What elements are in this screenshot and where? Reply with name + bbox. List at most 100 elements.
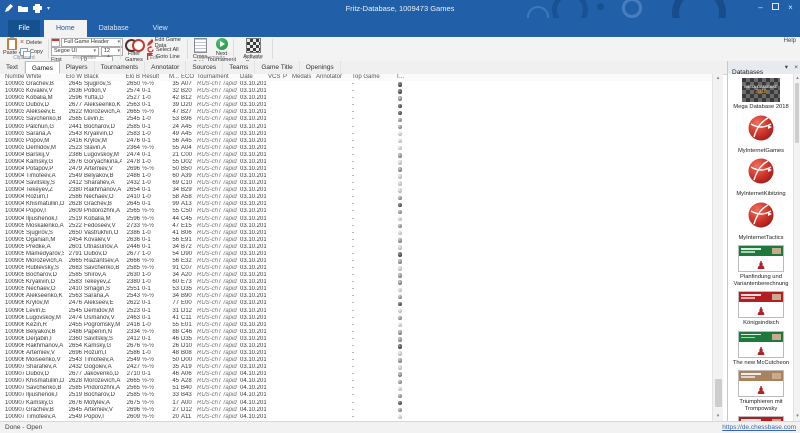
copy-button[interactable]: Copy <box>20 48 43 55</box>
ribbon-tab-home[interactable]: Home <box>44 20 87 37</box>
table-row[interactable]: 1009031Kovalev,V2636Potkin,V25740-132B20… <box>0 88 712 95</box>
table-row[interactable]: 1009032Kobalia,M2596Yuffa,D25271-042B12R… <box>0 95 712 102</box>
table-row[interactable]: 1009067Rakhmanov,A2654Kamsky,G2676½-½26D… <box>0 343 712 350</box>
column-header-p[interactable]: P <box>281 74 290 81</box>
table-row[interactable]: 1009049Iljiushenok,I2519Kobalia,M2596½-½… <box>0 215 712 222</box>
panel-scrollbar-thumb[interactable] <box>795 83 799 143</box>
database-item[interactable]: MyInternetGames <box>728 115 794 155</box>
scroll-down-icon[interactable]: ▾ <box>794 412 800 421</box>
list-tab-games[interactable]: Games <box>25 61 60 74</box>
column-header-eco[interactable]: ECO <box>179 74 195 81</box>
table-row[interactable]: 1009069Moiseenko,V2543Timofeev,A2549½-½5… <box>0 357 712 364</box>
table-row[interactable]: 1009068Artemiev,V2696Rozum,I25861-048B08… <box>0 350 712 357</box>
table-row[interactable]: 1009050Moskalenko,A2522Fedoseev,V2733½-½… <box>0 223 712 230</box>
database-item[interactable]: ♟The new McCutcheon <box>728 331 794 367</box>
list-tab-sources[interactable]: Sources <box>186 61 223 74</box>
table-row[interactable]: 1009077Timofeev,A2549Popov,I2609½-½20A11… <box>0 414 712 421</box>
panel-menu-icon[interactable]: ▾ <box>785 61 788 74</box>
ribbon-tab-database[interactable]: Database <box>87 20 141 37</box>
table-row[interactable]: 1009065Belyakov,B2486Papenin,N2334½-½88C… <box>0 329 712 336</box>
table-row[interactable]: 1009060Alekseenko,K2563Sarana,A2543½-½34… <box>0 293 712 300</box>
table-row[interactable]: 1009059Nechaev,O2410Smagin,S25510-153D35… <box>0 286 712 293</box>
database-item[interactable]: MyInternetKibitzing <box>728 158 794 198</box>
table-row[interactable]: 1009045Tekeyev,Z2380Rakhmanov,A26540-134… <box>0 187 712 194</box>
table-row[interactable]: 1009062Levin,E2545Demidov,M25230-131D12R… <box>0 308 712 315</box>
table-row[interactable]: 1009074Iljiushenok,I2519Bocharov,D2585½-… <box>0 392 712 399</box>
table-row[interactable]: 1009053Predke,A2601Utnasunov,A24460-134B… <box>0 244 712 251</box>
column-header-t[interactable]: T... <box>392 74 406 81</box>
file-menu-button[interactable]: File <box>8 20 40 37</box>
maximize-button[interactable] <box>768 0 783 16</box>
table-row[interactable]: 1009073Savchenko,B2585Pridorozhni,A2565½… <box>0 385 712 392</box>
delete-button[interactable]: ×Delete <box>20 39 43 46</box>
table-row[interactable]: 1009058Kryakvin,D2583Tekeyev,Z23801-060E… <box>0 279 712 286</box>
panel-vertical-scrollbar[interactable]: ▴ ▾ <box>793 74 800 421</box>
column-header-number[interactable]: Number <box>0 74 24 81</box>
column-header-annotator[interactable]: Annotator <box>314 74 350 81</box>
list-tab-annotator[interactable]: Annotator <box>145 61 186 74</box>
table-row[interactable]: 1009057Bocharov,D2585Shirov,A26301-034A2… <box>0 272 712 279</box>
list-tab-players[interactable]: Players <box>60 61 95 74</box>
table-row[interactable]: 1009037Sarana,A2543Kryakvin,D25831-049A4… <box>0 131 712 138</box>
close-button[interactable]: × <box>783 0 798 16</box>
scroll-up-icon[interactable]: ▴ <box>794 74 800 83</box>
table-row[interactable]: 1009055Morozevich,A2665Riazantsev,A2666½… <box>0 258 712 265</box>
help-link[interactable]: Help <box>784 38 796 44</box>
table-row[interactable]: 1009070Sharafiev,A2432Gogolev,A2427½-½35… <box>0 364 712 371</box>
list-tab-tournaments[interactable]: Tournaments <box>95 61 146 74</box>
column-header-result[interactable]: Result <box>140 74 162 81</box>
table-row[interactable]: 1009051Sjugirov,S2650Vastrukhin,O23861-0… <box>0 230 712 237</box>
table-scrollbar-thumb[interactable] <box>715 379 722 407</box>
minimize-button[interactable]: – <box>753 0 768 16</box>
scroll-down-icon[interactable]: ▾ <box>713 412 723 421</box>
list-tab-text[interactable]: Text <box>0 61 25 74</box>
column-header-black[interactable]: Black <box>82 74 122 81</box>
paste-button[interactable]: Paste ▾ <box>3 38 21 56</box>
table-row[interactable]: 1009076Grachev,B2645Artemiev,V2696½-½27D… <box>0 407 712 414</box>
column-header-tournament[interactable]: Tournament <box>195 74 238 81</box>
table-row[interactable]: 1009040Barskij,V2386Lugovskoy,M24740-121… <box>0 152 712 159</box>
list-tab-teams[interactable]: Teams <box>223 61 255 74</box>
table-row[interactable]: 1009030Grachev,B2645Sjugirov,S2650½-½35A… <box>0 81 712 88</box>
game-header-select[interactable]: Full Game Header▾ <box>61 38 123 47</box>
database-item[interactable]: ♟Triumphieren mit Trompowsky <box>728 370 794 412</box>
table-row[interactable]: 1009036Palchun,G2441Bocharov,D25850-124A… <box>0 123 712 130</box>
table-row[interactable]: 1009039Demidov,M2523Slavin,A2364½-½55A04… <box>0 145 712 152</box>
chessbase-link[interactable]: https://de.chessbase.com <box>722 422 796 433</box>
table-row[interactable]: 1009042Potapov,P2479Artemiev,V2696½-½50B… <box>0 166 712 173</box>
table-row[interactable]: 1009035Savchenko,B2585Levin,E25451-053B9… <box>0 116 712 123</box>
table-row[interactable]: 1009071Dubov,D2677Jakovenko,D27100-146A0… <box>0 371 712 378</box>
column-header-date[interactable]: Date <box>238 74 266 81</box>
column-header-elo-w[interactable]: Elo W <box>64 74 82 81</box>
column-header-elo-b[interactable]: Elo B <box>122 74 140 81</box>
table-row[interactable]: 1009048Popov,I2609Pridorozhni,A2565½-½55… <box>0 208 712 215</box>
table-row[interactable]: 1009033Dubov,D2677Alekseenko,K25630-139D… <box>0 102 712 109</box>
ribbon-tab-view[interactable]: View <box>141 20 180 37</box>
edit-game-data-button[interactable]: Edit Game Data <box>147 39 187 46</box>
table-row[interactable]: 1009063Lugovskoy,M2474Usmanov,V24630-141… <box>0 315 712 322</box>
column-header-vcs[interactable]: VCS <box>266 74 281 81</box>
column-header-medals[interactable]: Medals <box>290 74 314 81</box>
table-row[interactable]: 1009034Alekseev,E2622Morozevich,A2665½-½… <box>0 109 712 116</box>
table-row[interactable]: 1009052Oganian,M2454Kovalev,V26360-156E9… <box>0 237 712 244</box>
database-item[interactable]: ♟Planfindung und Variantenberechnung <box>728 245 794 287</box>
table-row[interactable]: 1009054Mamedyarov,S2791Dubov,D26771-054D… <box>0 251 712 258</box>
table-row[interactable]: 1009038Popov,M2416Krylov,M24760-156A45RU… <box>0 138 712 145</box>
table-row[interactable]: 1009064Kezin,R2455Pogromsky,M24161-055E0… <box>0 322 712 329</box>
table-row[interactable]: 1009061Krylov,M2476Alekseev,E26220-177E0… <box>0 300 712 307</box>
database-item[interactable]: ♟Königsindisch <box>728 291 794 327</box>
database-item[interactable]: MEGA DATABASE2018Mega Database 2018 <box>728 78 794 111</box>
scroll-up-icon[interactable]: ▴ <box>713 74 723 83</box>
column-header-top-game[interactable]: Top Game <box>350 74 392 81</box>
table-row[interactable]: 1009041Kamsky,G2676Goryachkina,A24781-05… <box>0 159 712 166</box>
column-header-moves[interactable]: M... <box>162 74 179 81</box>
panel-close-icon[interactable]: × <box>794 61 798 74</box>
table-row[interactable]: 1009047Khismatullin,D2628Grachev,B26450-… <box>0 201 712 208</box>
list-tab-openings[interactable]: Openings <box>300 61 341 74</box>
table-row[interactable]: 1009046Rozum,I2586Nechaev,O24101-058A58R… <box>0 194 712 201</box>
table-row[interactable]: 1009075Kamsky,G2676Motylev,A2675½-½17A00… <box>0 400 712 407</box>
table-vertical-scrollbar[interactable]: ▴ ▾ <box>712 74 723 421</box>
column-header-white[interactable]: White <box>24 74 64 81</box>
list-tab-game-title[interactable]: Game Title <box>255 61 299 74</box>
table-row[interactable]: 1009066Derjabin,I2360Savitskiy,S24120-14… <box>0 336 712 343</box>
